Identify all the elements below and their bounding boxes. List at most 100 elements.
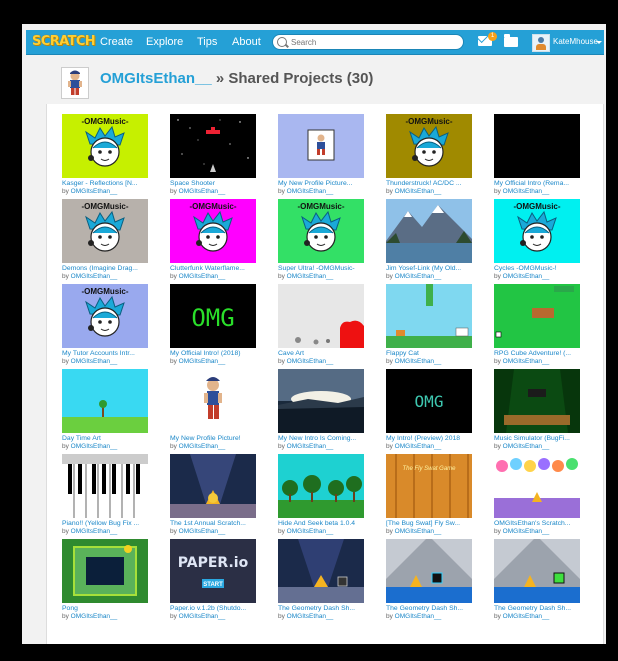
project-thumbnail[interactable] — [170, 114, 256, 178]
project-thumbnail[interactable]: -OMGMusic- — [62, 199, 148, 263]
project-title-link[interactable]: My Tutor Accounts Intr... — [62, 350, 166, 358]
project-thumbnail[interactable] — [278, 369, 364, 433]
project-title-link[interactable]: The 1st Annual Scratch... — [170, 520, 274, 528]
project-thumbnail[interactable] — [278, 454, 364, 518]
project-thumbnail[interactable] — [494, 539, 580, 603]
project-thumbnail[interactable]: The Fly Swat Game — [386, 454, 472, 518]
project-author-link[interactable]: OMGItsEthan__ — [287, 443, 334, 450]
project-title-link[interactable]: The Geometry Dash Sh... — [278, 605, 382, 613]
project-author-link[interactable]: OMGItsEthan__ — [395, 273, 442, 280]
project-title-link[interactable]: My New Profile Picture! — [170, 435, 274, 443]
project-author-link[interactable]: OMGItsEthan__ — [179, 188, 226, 195]
project-author-link[interactable]: OMGItsEthan__ — [395, 528, 442, 535]
project-author-link[interactable]: OMGItsEthan__ — [179, 528, 226, 535]
project-author-link[interactable]: OMGItsEthan__ — [503, 443, 550, 450]
project-author-link[interactable]: OMGItsEthan__ — [71, 443, 118, 450]
project-title-link[interactable]: Paper.io v.1.2b (Shutdo... — [170, 605, 274, 613]
nav-about-link[interactable]: About — [232, 34, 261, 50]
project-thumbnail[interactable] — [494, 369, 580, 433]
scratch-logo[interactable]: SCRATCH — [32, 32, 96, 52]
project-title-link[interactable]: My Official Intro! (2018) — [170, 350, 274, 358]
project-author-link[interactable]: OMGItsEthan__ — [287, 358, 334, 365]
project-author-link[interactable]: OMGItsEthan__ — [179, 273, 226, 280]
project-title-link[interactable]: Cycles -OMGMusic-! — [494, 265, 598, 273]
project-title-link[interactable]: Music Simulator (BugFi... — [494, 435, 598, 443]
project-thumbnail[interactable]: -OMGMusic- — [278, 199, 364, 263]
project-title-link[interactable]: My Official Intro (Rema... — [494, 180, 598, 188]
project-thumbnail[interactable] — [62, 369, 148, 433]
project-tile[interactable]: Music Simulator (BugFi... by OMGItsEthan_… — [490, 369, 596, 453]
project-tile[interactable]: PAPER.io START Paper.io v.1.2b (Shutdo... b… — [166, 539, 272, 623]
project-thumbnail[interactable] — [278, 114, 364, 178]
project-title-link[interactable]: Day Time Art — [62, 435, 166, 443]
project-tile[interactable]: Piano!! (Yellow Bug Fix ... by OMGItsEtha… — [58, 454, 164, 538]
project-tile[interactable]: -OMGMusic- Cycles -OMGMusic-! by OMGItsEth… — [490, 199, 596, 283]
project-author-link[interactable]: OMGItsEthan__ — [179, 443, 226, 450]
project-title-link[interactable]: Jim Yosef-Link (My Old... — [386, 265, 490, 273]
project-thumbnail[interactable] — [170, 454, 256, 518]
project-title-link[interactable]: Hide And Seek beta 1.0.4 — [278, 520, 382, 528]
project-author-link[interactable]: OMGItsEthan__ — [71, 188, 118, 195]
search-box[interactable] — [272, 34, 464, 50]
project-tile[interactable]: -OMGMusic- Kasger - Reflections [N... by O… — [58, 114, 164, 198]
project-title-link[interactable]: My New Intro Is Coming... — [278, 435, 382, 443]
project-title-link[interactable]: Super Ultra! -OMGMusic- — [278, 265, 382, 273]
project-author-link[interactable]: OMGItsEthan__ — [71, 613, 118, 620]
project-title-link[interactable]: Piano!! (Yellow Bug Fix ... — [62, 520, 166, 528]
project-title-link[interactable]: My New Profile Picture... — [278, 180, 382, 188]
project-author-link[interactable]: OMGItsEthan__ — [395, 613, 442, 620]
project-author-link[interactable]: OMGItsEthan__ — [503, 358, 550, 365]
project-thumbnail[interactable]: PAPER.io START — [170, 539, 256, 603]
project-tile[interactable]: The Geometry Dash Sh... by OMGItsEthan__ — [490, 539, 596, 623]
project-tile[interactable]: Day Time Art by OMGItsEthan__ — [58, 369, 164, 453]
project-author-link[interactable]: OMGItsEthan__ — [395, 443, 442, 450]
project-thumbnail[interactable] — [62, 454, 148, 518]
project-tile[interactable]: -OMGMusic- Thunderstruck! AC/DC ... by OMG… — [382, 114, 488, 198]
project-author-link[interactable]: OMGItsEthan__ — [287, 273, 334, 280]
project-thumbnail[interactable] — [494, 454, 580, 518]
project-thumbnail[interactable] — [62, 539, 148, 603]
project-author-link[interactable]: OMGItsEthan__ — [71, 273, 118, 280]
project-title-link[interactable]: Pong — [62, 605, 166, 613]
project-author-link[interactable]: OMGItsEthan__ — [287, 613, 334, 620]
project-author-link[interactable]: OMGItsEthan__ — [503, 188, 550, 195]
project-tile[interactable]: The Geometry Dash Sh... by OMGItsEthan__ — [382, 539, 488, 623]
project-thumbnail[interactable]: -OMGMusic- — [62, 114, 148, 178]
project-thumbnail[interactable]: -OMGMusic- — [62, 284, 148, 348]
project-title-link[interactable]: Kasger - Reflections [N... — [62, 180, 166, 188]
project-title-link[interactable]: Demons (Imagine Drag... — [62, 265, 166, 273]
project-title-link[interactable]: Thunderstruck! AC/DC ... — [386, 180, 490, 188]
project-tile[interactable]: Jim Yosef-Link (My Old... by OMGItsEthan_… — [382, 199, 488, 283]
project-thumbnail[interactable] — [386, 284, 472, 348]
profile-username-link[interactable]: OMGItsEthan__ — [100, 70, 212, 87]
profile-avatar[interactable] — [61, 67, 89, 99]
project-tile[interactable]: OMG My Official Intro! (2018) by OMGItsEth… — [166, 284, 272, 368]
project-tile[interactable]: -OMGMusic- Demons (Imagine Drag... by OMGI… — [58, 199, 164, 283]
project-tile[interactable]: My New Intro Is Coming... by OMGItsEthan_… — [274, 369, 380, 453]
project-title-link[interactable]: [The Bug Swat] Fly Sw... — [386, 520, 490, 528]
project-tile[interactable]: My New Profile Picture... by OMGItsEthan_… — [274, 114, 380, 198]
project-tile[interactable]: The Geometry Dash Sh... by OMGItsEthan__ — [274, 539, 380, 623]
nav-explore-link[interactable]: Explore — [146, 34, 183, 50]
project-thumbnail[interactable] — [494, 284, 580, 348]
project-tile[interactable]: OMG My Intro! (Preview) 2018 by OMGItsEtha… — [382, 369, 488, 453]
project-title-link[interactable]: The Geometry Dash Sh... — [494, 605, 598, 613]
project-tile[interactable]: Flappy Cat by OMGItsEthan__ — [382, 284, 488, 368]
project-tile[interactable]: My Official Intro (Rema... by OMGItsEthan… — [490, 114, 596, 198]
project-thumbnail[interactable]: -OMGMusic- — [494, 199, 580, 263]
nav-create-link[interactable]: Create — [100, 34, 133, 50]
project-tile[interactable]: -OMGMusic- Clutterfunk Waterflame... by OM… — [166, 199, 272, 283]
project-tile[interactable]: Cave Art by OMGItsEthan__ — [274, 284, 380, 368]
project-tile[interactable]: Hide And Seek beta 1.0.4 by OMGItsEthan__ — [274, 454, 380, 538]
project-author-link[interactable]: OMGItsEthan__ — [179, 358, 226, 365]
project-thumbnail[interactable] — [386, 199, 472, 263]
project-author-link[interactable]: OMGItsEthan__ — [71, 528, 118, 535]
project-title-link[interactable]: OMGItsEthan's Scratch... — [494, 520, 598, 528]
project-author-link[interactable]: OMGItsEthan__ — [71, 358, 118, 365]
project-author-link[interactable]: OMGItsEthan__ — [287, 188, 334, 195]
account-username[interactable]: KateMhouse — [553, 34, 598, 50]
project-tile[interactable]: OMGItsEthan's Scratch... by OMGItsEthan__ — [490, 454, 596, 538]
project-author-link[interactable]: OMGItsEthan__ — [179, 613, 226, 620]
project-thumbnail[interactable]: -OMGMusic- — [170, 199, 256, 263]
project-tile[interactable]: Space Shooter by OMGItsEthan__ — [166, 114, 272, 198]
